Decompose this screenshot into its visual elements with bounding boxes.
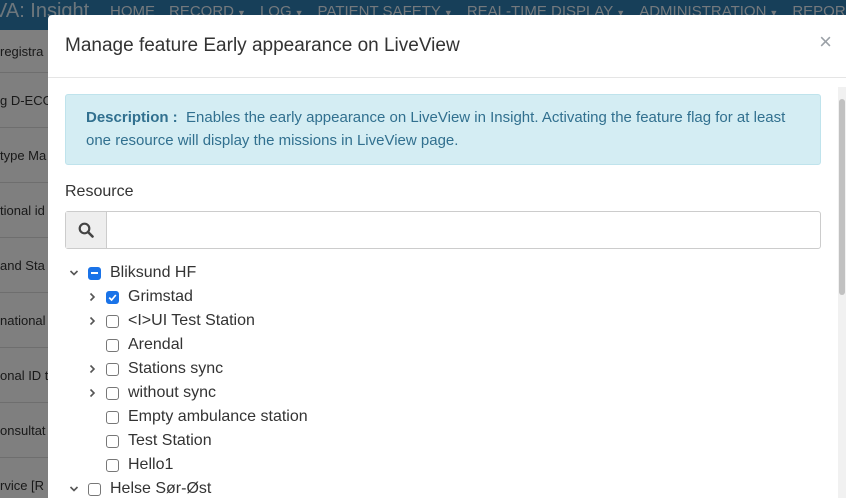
description-label: Description : [86,109,178,126]
tree-node-arendal: Arendal [65,333,821,357]
tree-node-label: Test Station [128,432,212,449]
checkbox-helse-sor-ost[interactable] [88,482,101,496]
resource-search [65,211,821,249]
checkbox-stations-sync[interactable] [106,362,119,376]
tree-node-label: Hello1 [128,456,174,473]
scrollbar-thumb[interactable] [839,99,845,295]
tree-node-without-sync: without sync [65,381,821,405]
tree-node-empty-ambulance-station: Empty ambulance station [65,405,821,429]
checkbox-hello1[interactable] [106,458,119,472]
tree-node-label: Helse Sør-Øst [110,480,212,497]
chevron-down-icon[interactable] [65,268,83,278]
tree-node-label: Bliksund HF [110,264,197,281]
tree-node-label: Arendal [128,336,184,353]
search-input[interactable] [107,212,820,248]
chevron-right-icon[interactable] [83,388,101,398]
tree-node-label: Empty ambulance station [128,408,308,425]
modal-title: Manage feature Early appearance on LiveV… [65,35,460,56]
chevron-down-icon[interactable] [65,484,83,494]
checkbox-without-sync[interactable] [106,386,119,400]
chevron-right-icon[interactable] [83,292,101,302]
tree-node-label: without sync [128,384,217,401]
checkbox-grimstad[interactable] [106,290,119,304]
close-button[interactable]: × [819,31,832,53]
tree-node-test-station: Test Station [65,429,821,453]
check-icon [108,293,117,301]
modal-body: Description : Enables the early appearan… [65,94,821,498]
chevron-right-icon[interactable] [83,364,101,374]
tree-node-hello1: Hello1 [65,453,821,477]
checkbox-bliksund-hf[interactable] [88,266,101,280]
description-alert: Description : Enables the early appearan… [65,94,821,165]
modal-header: Manage feature Early appearance on LiveV… [48,15,846,78]
checkbox-empty-ambulance-station[interactable] [106,410,119,424]
tree-node-helse-sor-ost: Helse Sør-Øst [65,477,821,498]
checkbox-test-station[interactable] [106,434,119,448]
feature-modal: Manage feature Early appearance on LiveV… [48,15,846,498]
resource-label: Resource [65,183,134,200]
tree-node-label: Stations sync [128,360,224,377]
tree-node-grimstad: Grimstad [65,285,821,309]
search-icon [66,212,107,248]
tree-node-label: Grimstad [128,288,193,305]
chevron-right-icon[interactable] [83,316,101,326]
tree-node-bliksund-hf: Bliksund HF [65,261,821,285]
tree-node-ui-test-station: <I>UI Test Station [65,309,821,333]
checkbox-arendal[interactable] [106,338,119,352]
resource-tree: Bliksund HF Grimstad <I>UI Test Station [65,261,821,498]
checkbox-ui-test-station[interactable] [106,314,119,328]
tree-node-label: <I>UI Test Station [128,312,255,329]
description-text: Enables the early appearance on LiveView… [86,109,786,149]
modal-scrollbar[interactable] [838,87,846,498]
tree-node-stations-sync: Stations sync [65,357,821,381]
